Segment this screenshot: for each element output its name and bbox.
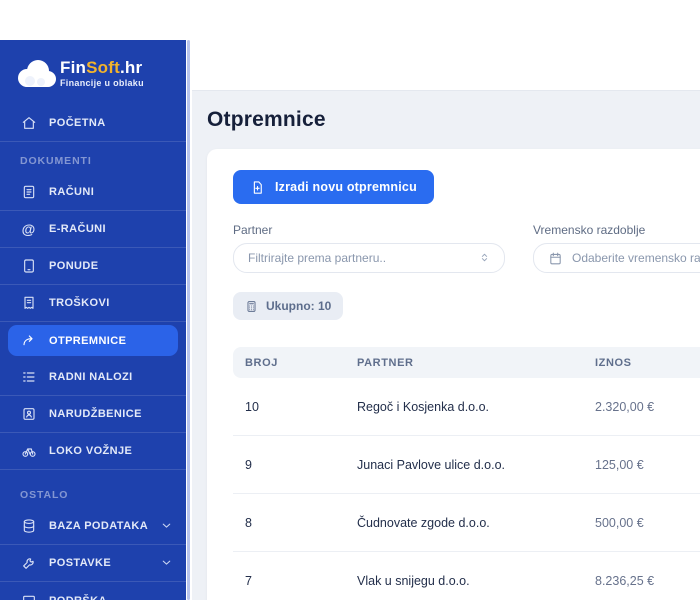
purchase-order-icon xyxy=(20,406,37,423)
period-date-field[interactable] xyxy=(533,243,700,273)
chevron-down-icon xyxy=(160,556,174,570)
cell-iznos: 500,00 € xyxy=(595,516,700,530)
period-filter-label: Vremensko razdoblje xyxy=(533,223,700,237)
offer-document-icon xyxy=(20,258,37,275)
sidebar-item-narudzbenice[interactable]: NARUDŽBENICE xyxy=(0,396,186,433)
column-header-partner: PARTNER xyxy=(357,357,595,369)
brand-fin: Fin xyxy=(60,58,86,77)
page-title: Otpremnice xyxy=(192,91,700,132)
sidebar-section-dokumenti: DOKUMENTI xyxy=(0,142,186,174)
sidebar-item-pocetna[interactable]: POČETNA xyxy=(0,105,186,142)
select-arrows-icon xyxy=(478,251,492,265)
sidebar-item-label: NARUDŽBENICE xyxy=(49,408,142,420)
sidebar-item-label: OTPREMNICE xyxy=(49,335,126,347)
sidebar-item-label: PODRŠKA xyxy=(49,595,107,600)
at-icon: @ xyxy=(20,221,37,238)
cell-partner: Junaci Pavlove ulice d.o.o. xyxy=(357,458,595,472)
sidebar-item-podrska[interactable]: PODRŠKA xyxy=(0,582,186,600)
cell-iznos: 8.236,25 € xyxy=(595,574,700,588)
main-content: Otpremnice Izradi novu otpremnicu Partne… xyxy=(192,90,700,600)
bicycle-icon xyxy=(20,443,37,460)
file-plus-icon xyxy=(250,180,265,195)
partner-filter: Partner Filtrirajte prema partneru.. xyxy=(233,223,505,273)
work-order-list-icon xyxy=(20,369,37,386)
otpremnice-card: Izradi novu otpremnicu Partner Filtriraj… xyxy=(207,149,700,600)
sidebar-item-postavke[interactable]: POSTAVKE xyxy=(0,545,186,582)
period-date-input[interactable] xyxy=(572,251,700,265)
cell-partner: Čudnovate zgode d.o.o. xyxy=(357,516,595,530)
calculator-icon xyxy=(245,300,258,313)
brand-logo[interactable]: FinSoft.hr Financije u oblaku xyxy=(0,40,186,105)
partner-filter-select[interactable]: Filtrirajte prema partneru.. xyxy=(233,243,505,273)
partner-select-placeholder: Filtrirajte prema partneru.. xyxy=(248,251,478,265)
cell-partner: Regoč i Kosjenka d.o.o. xyxy=(357,400,595,414)
sidebar-item-label: POČETNA xyxy=(49,117,106,129)
wrench-icon xyxy=(20,555,37,572)
table-row[interactable]: 7 Vlak u snijegu d.o.o. 8.236,25 € xyxy=(233,552,700,600)
partner-filter-label: Partner xyxy=(233,223,505,237)
sidebar-item-troskovi[interactable]: TROŠKOVI xyxy=(0,285,186,322)
sidebar-item-label: LOKO VOŽNJE xyxy=(49,445,132,457)
column-header-broj: BROJ xyxy=(245,357,357,369)
calendar-icon xyxy=(548,251,563,266)
sidebar-item-otpremnice[interactable]: OTPREMNICE xyxy=(8,325,178,356)
delivery-notes-table: BROJ PARTNER IZNOS 10 Regoč i Kosjenka d… xyxy=(233,347,700,600)
total-count-badge: Ukupno: 10 xyxy=(233,292,343,320)
database-icon xyxy=(20,518,37,535)
cell-iznos: 125,00 € xyxy=(595,458,700,472)
sidebar: FinSoft.hr Financije u oblaku POČETNA DO… xyxy=(0,40,186,600)
brand-text: FinSoft.hr Financije u oblaku xyxy=(60,59,144,88)
cell-broj: 8 xyxy=(245,516,357,530)
brand-tagline: Financije u oblaku xyxy=(60,79,144,88)
filters-row: Partner Filtrirajte prema partneru.. Vre… xyxy=(233,223,700,273)
cell-broj: 9 xyxy=(245,458,357,472)
create-delivery-note-label: Izradi novu otpremnicu xyxy=(275,180,417,194)
table-row[interactable]: 10 Regoč i Kosjenka d.o.o. 2.320,00 € xyxy=(233,378,700,436)
sidebar-item-label: RAČUNI xyxy=(49,186,94,198)
brand-soft: Soft xyxy=(86,58,120,77)
sidebar-item-label: RADNI NALOZI xyxy=(49,371,133,383)
sidebar-item-baza-podataka[interactable]: BAZA PODATAKA xyxy=(0,508,186,545)
sidebar-section-ostalo: OSTALO xyxy=(0,470,186,508)
sidebar-item-loko-voznje[interactable]: LOKO VOŽNJE xyxy=(0,433,186,470)
sidebar-item-label: PONUDE xyxy=(49,260,98,272)
support-monitor-icon xyxy=(20,592,37,600)
period-filter: Vremensko razdoblje xyxy=(533,223,700,273)
sidebar-item-radni-nalozi[interactable]: RADNI NALOZI xyxy=(0,359,186,396)
table-row[interactable]: 8 Čudnovate zgode d.o.o. 500,00 € xyxy=(233,494,700,552)
table-row[interactable]: 9 Junaci Pavlove ulice d.o.o. 125,00 € xyxy=(233,436,700,494)
home-icon xyxy=(20,115,37,132)
table-header-row: BROJ PARTNER IZNOS xyxy=(233,347,700,378)
sidebar-item-label: TROŠKOVI xyxy=(49,297,110,309)
shipment-arrow-icon xyxy=(20,332,37,349)
sidebar-item-label: POSTAVKE xyxy=(49,557,111,569)
invoice-icon xyxy=(20,184,37,201)
cloud-logo-icon xyxy=(14,57,58,91)
column-header-iznos: IZNOS xyxy=(595,357,700,369)
receipt-icon xyxy=(20,295,37,312)
sidebar-item-racuni[interactable]: RAČUNI xyxy=(0,174,186,211)
cell-iznos: 2.320,00 € xyxy=(595,400,700,414)
sidebar-item-label: E-RAČUNI xyxy=(49,223,106,235)
cell-broj: 10 xyxy=(245,400,357,414)
chevron-down-icon xyxy=(160,519,174,533)
sidebar-item-ponude[interactable]: PONUDE xyxy=(0,248,186,285)
brand-tld: .hr xyxy=(120,58,142,77)
total-count-label: Ukupno: 10 xyxy=(266,299,331,313)
create-delivery-note-button[interactable]: Izradi novu otpremnicu xyxy=(233,170,434,204)
sidebar-scrollbar-thumb[interactable] xyxy=(187,40,190,600)
cell-broj: 7 xyxy=(245,574,357,588)
cell-partner: Vlak u snijegu d.o.o. xyxy=(357,574,595,588)
sidebar-item-label: BAZA PODATAKA xyxy=(49,520,148,532)
app-window: FinSoft.hr Financije u oblaku POČETNA DO… xyxy=(0,0,700,600)
sidebar-item-eracuni[interactable]: @ E-RAČUNI xyxy=(0,211,186,248)
